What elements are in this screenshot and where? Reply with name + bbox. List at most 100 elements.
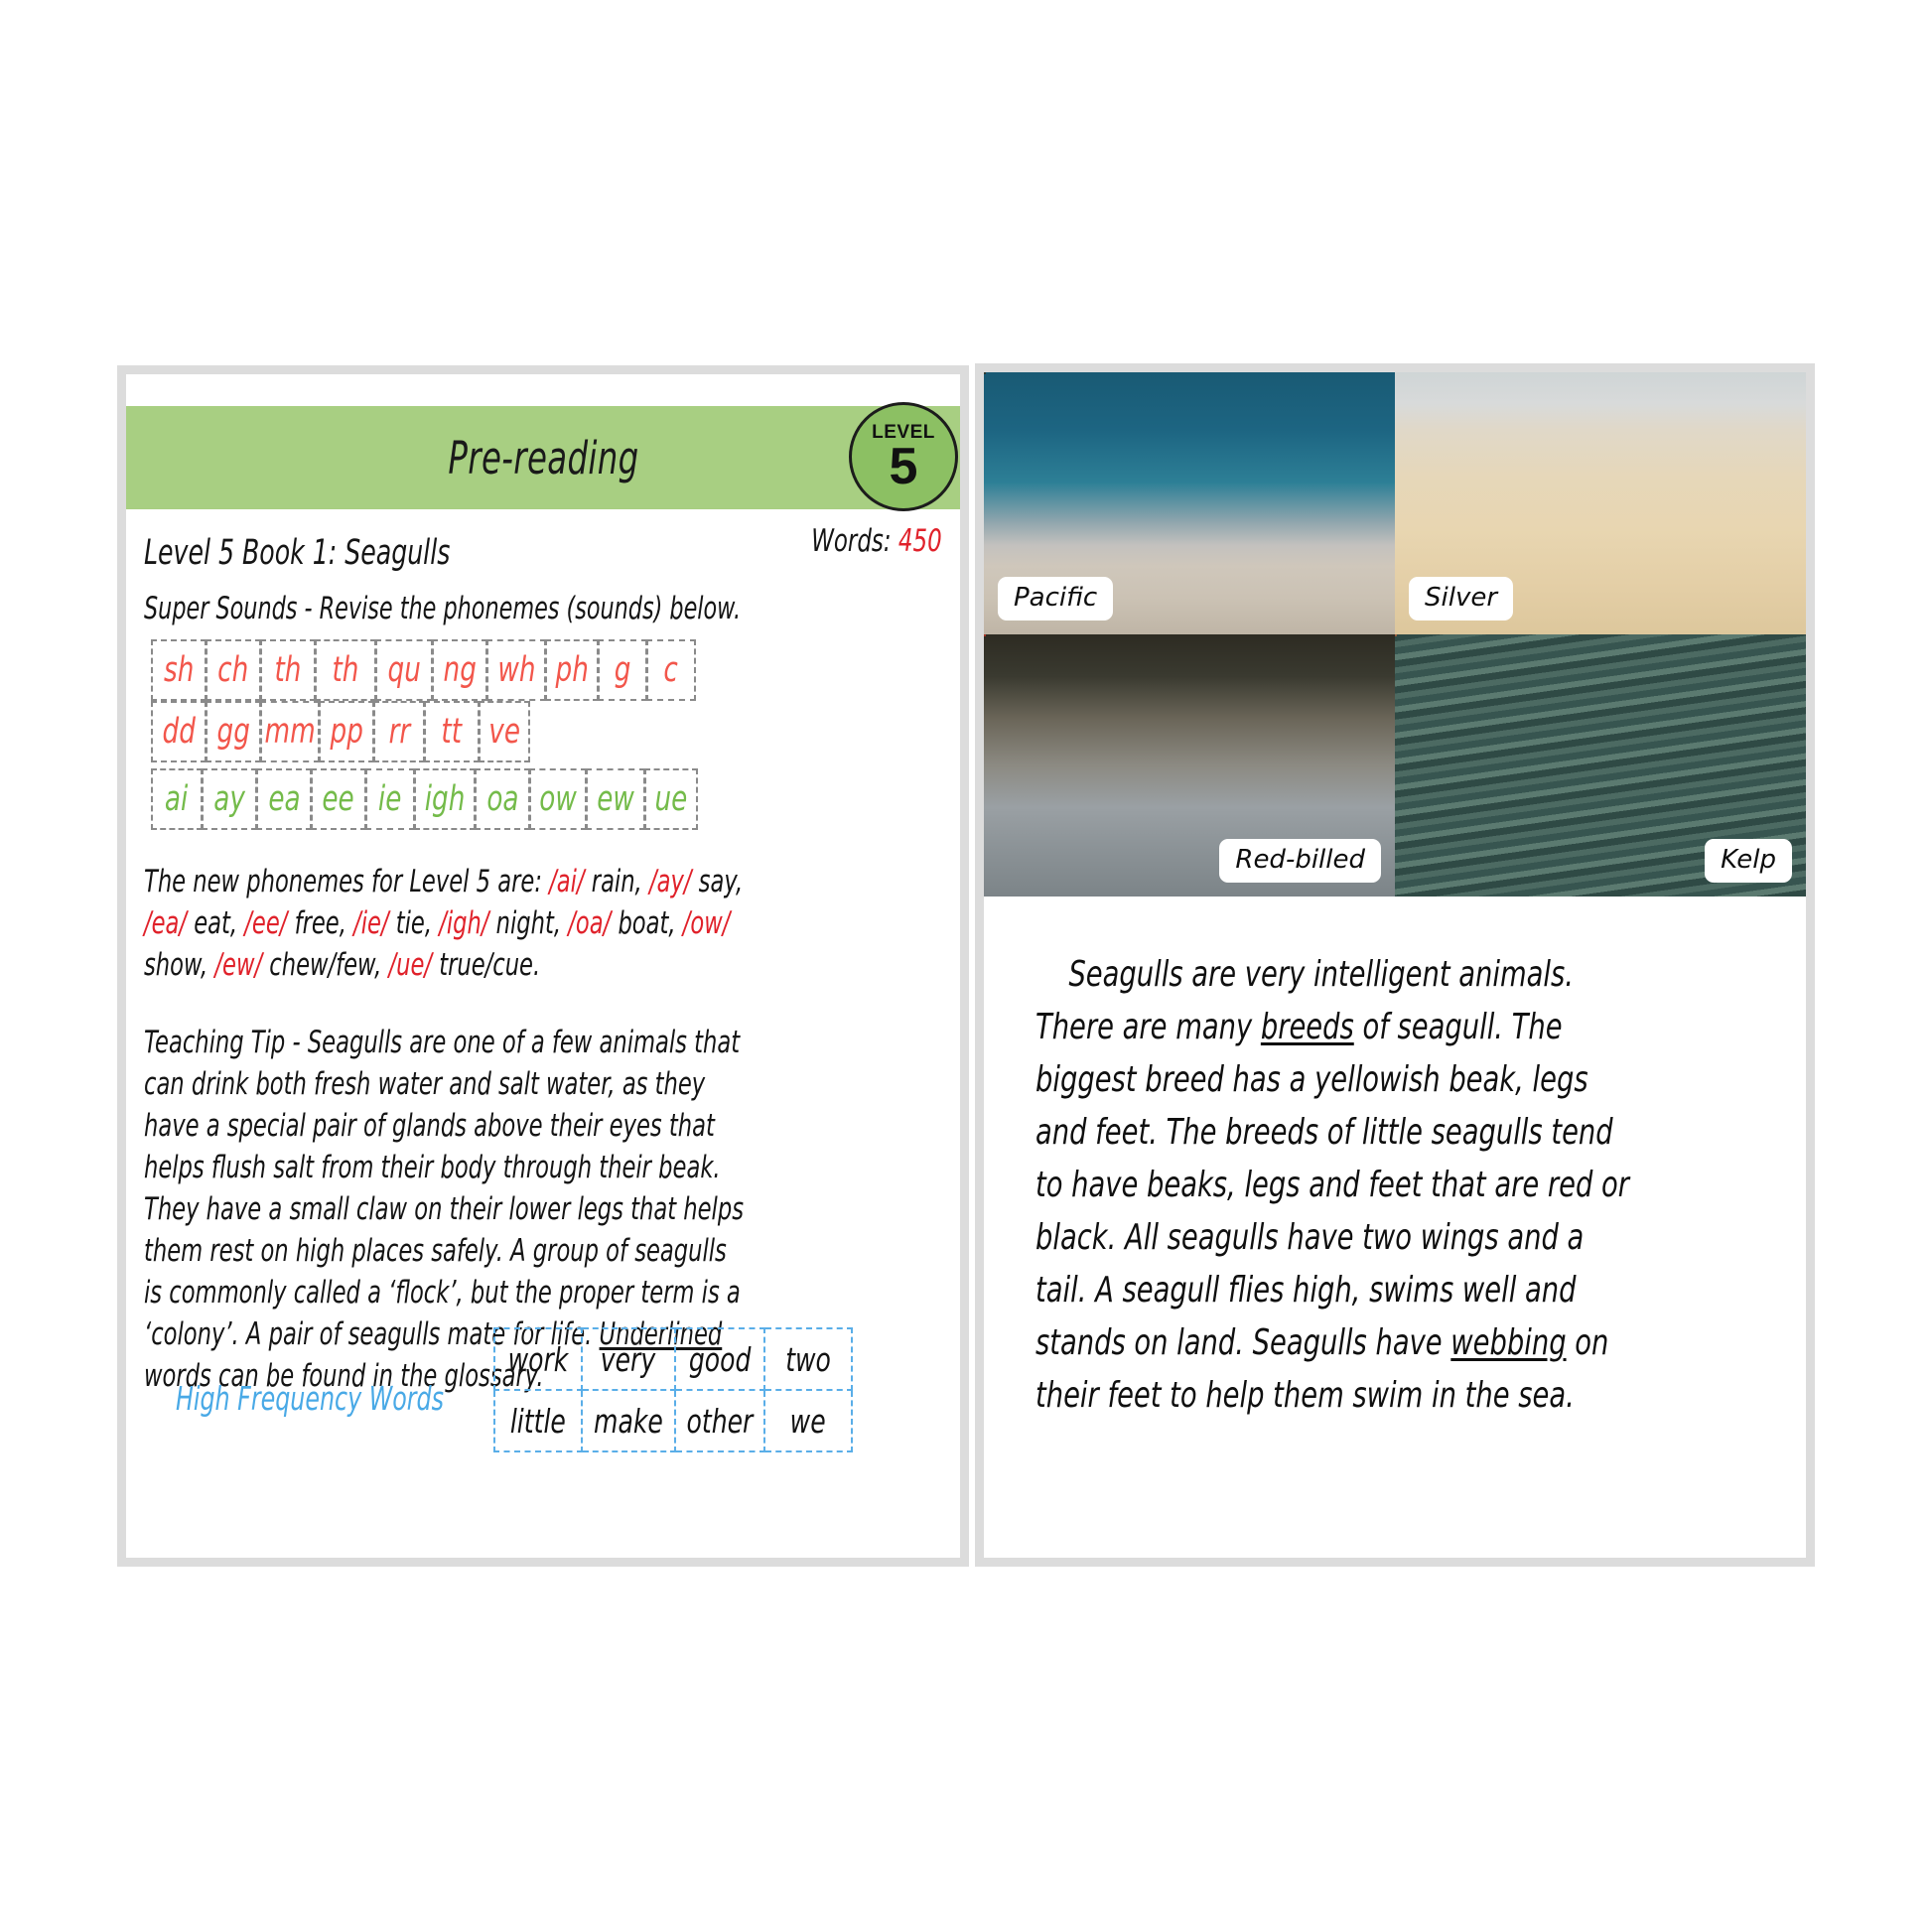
hfw-word: other — [686, 1401, 754, 1441]
phoneme-inline: /ie/ — [353, 905, 389, 941]
phoneme-cell: oa — [475, 768, 530, 830]
seagull-photo-grid: Pacific Silver Red-billed Kelp — [984, 372, 1806, 897]
phoneme-cell: dd — [151, 701, 207, 762]
phoneme-text: ew — [597, 779, 634, 819]
phoneme-grid-consonants: sh ch th th qu ng wh ph g c — [151, 639, 728, 701]
phoneme-cell: ph — [545, 639, 599, 701]
phoneme-cell: wh — [486, 639, 546, 701]
phoneme-text: th — [332, 650, 359, 690]
hfw-row: little make other we — [493, 1389, 853, 1452]
phoneme-cell: ue — [644, 768, 698, 830]
hfw-word: two — [784, 1339, 831, 1379]
phoneme-cell: gg — [206, 701, 261, 762]
phoneme-text: ow — [539, 779, 577, 819]
phoneme-cell: c — [646, 639, 696, 701]
phoneme-cell: ie — [365, 768, 415, 830]
hfw-cell: little — [493, 1389, 583, 1452]
pacific-gull-photo: Pacific — [984, 372, 1395, 634]
phoneme-text: wh — [496, 650, 536, 690]
phoneme-text: ai — [165, 779, 189, 819]
phoneme-cell: ch — [206, 639, 261, 701]
phoneme-cell: ve — [479, 701, 530, 762]
book-title: Level 5 Book 1: Seagulls — [144, 533, 451, 573]
phoneme-cell: ay — [202, 768, 257, 830]
word-count: Words: 450 — [812, 523, 942, 559]
level-badge: LEVEL 5 — [849, 402, 958, 511]
hfw-row: work very good two — [493, 1327, 853, 1391]
phoneme-text: tt — [441, 712, 463, 752]
phoneme-text: ch — [217, 650, 249, 690]
phoneme-grid-doubles: dd gg mm pp rr tt ve — [151, 701, 728, 762]
phoneme-cell: tt — [424, 701, 480, 762]
phoneme-cell: igh — [414, 768, 476, 830]
phoneme-text: mm — [264, 712, 316, 752]
hfw-cell: good — [673, 1327, 765, 1391]
left-page: Pre-reading LEVEL 5 Words: 450 Level 5 B… — [117, 365, 969, 1567]
super-sounds-instruction: Super Sounds - Revise the phonemes (soun… — [144, 591, 742, 626]
phoneme-text: ie — [378, 779, 402, 819]
hfw-word: good — [688, 1339, 752, 1379]
phoneme-inline: /ue/ — [388, 947, 433, 983]
kelp-gull-label: Kelp — [1705, 839, 1792, 883]
phoneme-text: pp — [330, 712, 363, 752]
word-count-label: Words: — [811, 523, 899, 559]
phoneme-text: ng — [443, 650, 477, 690]
glossary-word-breeds: breeds — [1260, 1007, 1354, 1047]
phoneme-cell: g — [598, 639, 647, 701]
hfw-word: very — [601, 1339, 656, 1379]
phoneme-text: c — [663, 650, 679, 690]
red-billed-gull-photo: Red-billed — [984, 634, 1395, 897]
right-page: Pacific Silver Red-billed Kelp Seagulls … — [975, 363, 1815, 1567]
phoneme-text: ay — [213, 779, 245, 819]
reading-body-text: Seagulls are very intelligent animals. T… — [1035, 954, 1630, 1416]
hfw-cell: two — [762, 1327, 853, 1391]
phoneme-text: ph — [555, 650, 589, 690]
phoneme-cell: ew — [586, 768, 645, 830]
phoneme-inline: /ea/ — [144, 905, 188, 941]
phoneme-inline: /igh/ — [439, 905, 489, 941]
phoneme-cell: sh — [151, 639, 207, 701]
hfw-word: we — [789, 1401, 826, 1441]
phoneme-text: sh — [163, 650, 195, 690]
hfw-word: little — [509, 1401, 567, 1441]
book-spread: Pre-reading LEVEL 5 Words: 450 Level 5 B… — [0, 0, 1932, 1932]
phoneme-inline: /ow/ — [682, 905, 731, 941]
new-phonemes-paragraph: The new phonemes for Level 5 are: /ai/ r… — [144, 864, 744, 983]
red-billed-gull-label: Red-billed — [1219, 839, 1381, 883]
high-frequency-words-table: work very good two little make other we — [493, 1327, 853, 1452]
kelp-gull-photo: Kelp — [1395, 634, 1806, 897]
high-frequency-words-label: High Frequency Words — [176, 1379, 444, 1418]
pacific-gull-label: Pacific — [998, 577, 1114, 621]
phoneme-cell: pp — [319, 701, 374, 762]
phoneme-cell: mm — [260, 701, 320, 762]
phoneme-text: ea — [267, 779, 301, 819]
phoneme-text: ue — [654, 779, 688, 819]
phoneme-cell: ea — [256, 768, 312, 830]
phoneme-cell: ee — [311, 768, 366, 830]
word-count-value: 450 — [898, 523, 942, 559]
hfw-cell: we — [762, 1389, 853, 1452]
phoneme-inline: /oa/ — [568, 905, 612, 941]
phoneme-inline: /ay/ — [648, 864, 692, 899]
phoneme-text: oa — [485, 779, 519, 819]
hfw-word: work — [507, 1339, 569, 1379]
level-badge-number: 5 — [889, 437, 918, 495]
phoneme-cell: ng — [432, 639, 487, 701]
phoneme-text: qu — [387, 650, 421, 690]
phoneme-inline: /ee/ — [244, 905, 288, 941]
glossary-word-webbing: webbing — [1450, 1322, 1567, 1363]
phoneme-text: dd — [162, 712, 196, 752]
hfw-word: make — [594, 1401, 663, 1441]
phoneme-text: g — [614, 650, 631, 690]
phoneme-text: gg — [216, 712, 250, 752]
silver-gull-label: Silver — [1409, 577, 1514, 621]
phoneme-inline: /ew/ — [214, 947, 263, 983]
phoneme-text: th — [274, 650, 302, 690]
phoneme-text: ve — [488, 712, 520, 752]
phoneme-cell: rr — [373, 701, 425, 762]
hfw-cell: make — [581, 1389, 676, 1452]
hfw-cell: other — [673, 1389, 765, 1452]
phoneme-cell: ow — [529, 768, 587, 830]
hfw-cell: work — [493, 1327, 583, 1391]
phoneme-grid-vowels: ai ay ea ee ie igh oa ow ew ue — [151, 768, 728, 830]
